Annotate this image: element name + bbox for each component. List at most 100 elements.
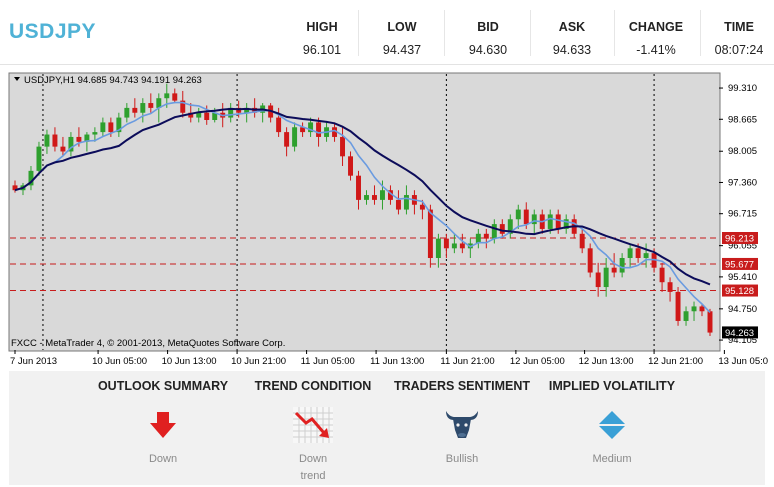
candle-body: [60, 146, 66, 152]
candle-body: [483, 233, 489, 239]
stat-value: 94.630: [468, 43, 508, 57]
x-tick-label: 10 Jun 13:00: [162, 356, 217, 367]
diamond-icon: [590, 405, 634, 445]
candle-body: [427, 209, 433, 258]
caption-line: Bullish: [445, 453, 479, 465]
caption-line: Medium: [592, 453, 632, 465]
caption-line: Down: [298, 453, 328, 465]
candle-body: [707, 311, 713, 333]
candle-body: [140, 103, 146, 113]
y-tick-label: 95.410: [728, 272, 757, 283]
candle-body: [659, 267, 665, 283]
candle-body: [340, 136, 346, 157]
candle-body: [451, 243, 457, 249]
y-tick-label: 97.360: [728, 177, 757, 188]
candle-body: [619, 258, 625, 273]
y-tick-label: 99.310: [728, 83, 757, 94]
candle-body: [635, 248, 641, 258]
stat-label: BID: [477, 20, 499, 34]
section-title: IMPLIED VOLATILITY: [548, 379, 676, 393]
candle-body: [172, 93, 178, 101]
candle-body: [372, 195, 377, 200]
candle-body: [691, 306, 697, 312]
analysis-panel: OUTLOOK SUMMARY Down TREND CONDITION Dow…: [9, 371, 765, 485]
level-tag-label: 95.677: [725, 259, 754, 270]
x-tick-label: 11 Jun 21:00: [440, 356, 494, 367]
stat-bid: BID 94.630: [462, 20, 514, 57]
stat-label: HIGH: [306, 20, 338, 34]
x-tick-label: 7 Jun 2013: [10, 356, 57, 367]
candle-body: [627, 248, 633, 258]
stat-value: 94.437: [382, 43, 422, 57]
candle-body: [555, 214, 561, 229]
stat-value: 08:07:24: [714, 43, 764, 57]
y-tick-label: 96.715: [728, 209, 757, 220]
x-tick-label: 11 Jun 05:00: [301, 356, 355, 367]
section-title: OUTLOOK SUMMARY: [97, 379, 229, 393]
trend-down-chart-icon: [291, 405, 335, 445]
candle-body: [523, 209, 529, 225]
stat-label: TIME: [724, 20, 754, 34]
stat-value: 94.633: [552, 43, 592, 57]
candle-body: [284, 132, 290, 147]
stat-ask: ASK 94.633: [546, 20, 598, 57]
candle-body: [579, 233, 585, 249]
candle-body: [547, 214, 553, 229]
outlook-summary: OUTLOOK SUMMARY Down: [88, 379, 238, 468]
candle-body: [292, 127, 298, 147]
candle-body: [515, 209, 521, 220]
candle-body: [603, 267, 609, 288]
stat-low: LOW 94.437: [376, 20, 428, 57]
divider: [444, 10, 445, 56]
candle-body: [316, 122, 322, 137]
candle-body: [379, 190, 385, 200]
candle-body: [132, 107, 138, 113]
level-tag-label: 96.213: [725, 234, 754, 245]
stat-label: ASK: [558, 20, 586, 34]
candle-body: [403, 195, 409, 210]
candle-body: [667, 282, 673, 292]
candle-body: [675, 291, 681, 321]
candle-body: [611, 267, 617, 273]
candle-body: [683, 311, 689, 321]
candle-body: [643, 253, 649, 258]
chart-title: USDJPY,H1 94.685 94.743 94.191 94.263: [24, 75, 202, 86]
stat-high: HIGH 96.101: [298, 20, 346, 57]
candle-body: [587, 248, 593, 273]
section-caption: Bullish: [387, 451, 537, 468]
x-tick-label: 12 Jun 05:00: [510, 356, 565, 367]
quote-header: USDJPY HIGH 96.101 LOW 94.437 BID 94.630…: [0, 0, 774, 65]
candle-body: [491, 224, 497, 239]
last-price-label: 94.263: [725, 328, 754, 339]
x-tick-label: 12 Jun 13:00: [579, 356, 634, 367]
candle-body: [348, 156, 353, 176]
divider: [530, 10, 531, 56]
stat-value: 96.101: [302, 43, 342, 57]
level-tag-label: 95.128: [725, 286, 754, 297]
section-caption: Down trend: [238, 451, 388, 485]
candle-body: [44, 134, 50, 147]
stat-label: CHANGE: [628, 20, 684, 34]
divider: [358, 10, 359, 56]
candle-body: [419, 204, 425, 210]
section-title: TRADERS SENTIMENT: [393, 379, 531, 393]
trend-condition: TREND CONDITION Down trend: [238, 379, 388, 485]
x-tick-label: 11 Jun 13:00: [370, 356, 424, 367]
stat-value: -1.41%: [636, 43, 676, 57]
bull-head-icon: [440, 405, 484, 445]
candle-body: [435, 238, 441, 258]
x-tick-label: 12 Jun 21:00: [648, 356, 703, 367]
candle-body: [92, 132, 98, 135]
section-caption: Medium: [537, 451, 687, 468]
plot-area: [8, 72, 721, 352]
y-tick-label: 94.750: [728, 304, 757, 315]
candle-body: [276, 117, 282, 133]
divider: [700, 10, 701, 56]
candle-body: [76, 136, 82, 142]
candle-body: [52, 134, 58, 147]
candle-body: [595, 272, 601, 288]
caption-line: trend: [300, 470, 326, 482]
candle-body: [124, 107, 130, 118]
price-chart[interactable]: 99.310 98.665 98.005 97.360 96.715 96.055 95.4…: [6, 70, 773, 370]
candle-body: [459, 243, 465, 249]
